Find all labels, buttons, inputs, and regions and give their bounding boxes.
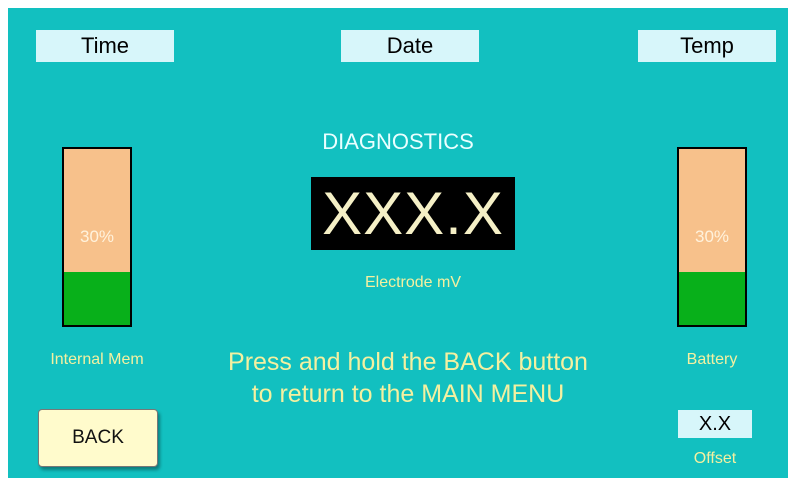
diagnostics-screen: Time Date Temp DIAGNOSTICS XXX.X Electro… bbox=[8, 8, 788, 478]
date-display: Date bbox=[341, 30, 479, 62]
internal-mem-gauge-fill bbox=[64, 272, 130, 325]
offset-label: Offset bbox=[693, 450, 737, 467]
electrode-readout: XXX.X bbox=[311, 177, 515, 250]
instruction-line-2: to return to the MAIN MENU bbox=[251, 380, 565, 408]
electrode-label: Electrode mV bbox=[364, 274, 462, 291]
internal-mem-gauge: 30% bbox=[62, 147, 132, 327]
battery-gauge: 30% bbox=[677, 147, 747, 327]
battery-label: Battery bbox=[686, 351, 738, 368]
back-button[interactable]: BACK bbox=[38, 409, 158, 467]
instruction-line-1: Press and hold the BACK button bbox=[228, 348, 588, 376]
internal-mem-label: Internal Mem bbox=[50, 351, 144, 368]
offset-value: X.X bbox=[678, 410, 752, 438]
temp-display: Temp bbox=[638, 30, 776, 62]
battery-percent: 30% bbox=[694, 227, 730, 246]
battery-gauge-fill bbox=[679, 272, 745, 325]
internal-mem-percent: 30% bbox=[79, 227, 115, 246]
time-display: Time bbox=[36, 30, 174, 62]
instruction-message: Press and hold the BACK button to return… bbox=[178, 346, 638, 410]
